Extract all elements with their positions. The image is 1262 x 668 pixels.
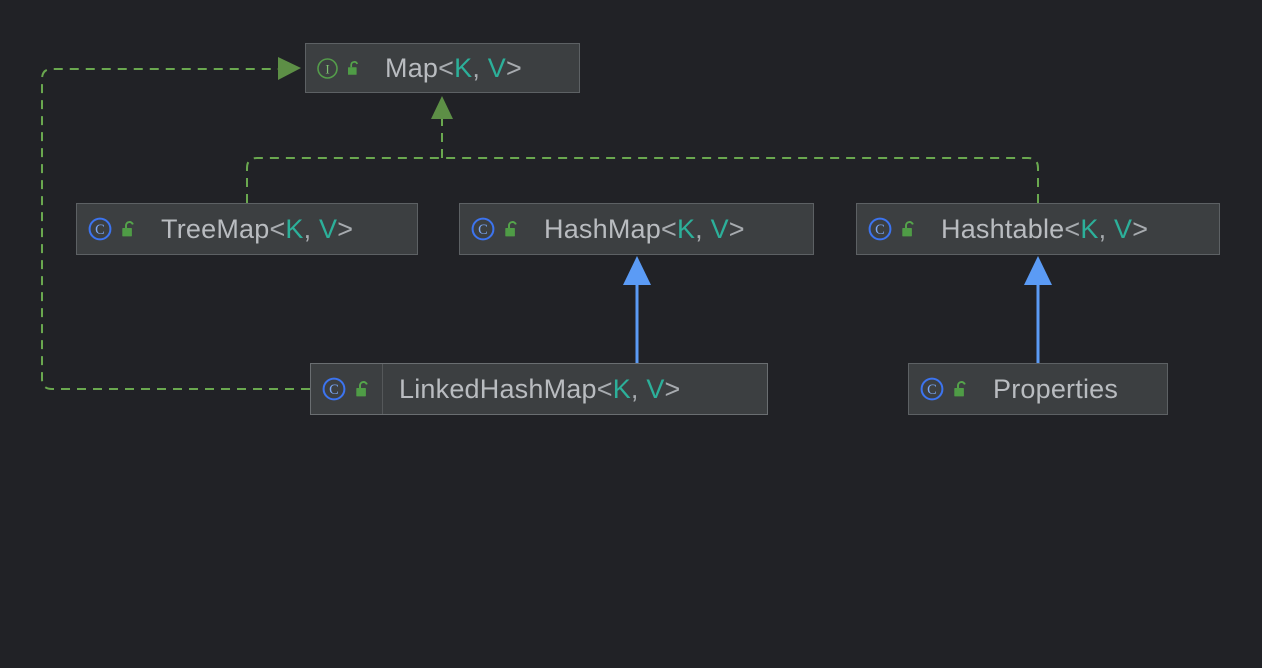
node-properties-label: Properties	[977, 374, 1134, 405]
edge-linkedhashmap-extends-hashmap[interactable]	[623, 256, 651, 363]
edge-properties-extends-hashtable[interactable]	[1024, 256, 1052, 363]
class-icon: C	[919, 376, 945, 402]
node-hashtable[interactable]: C Hashtable<K, V>	[856, 203, 1220, 255]
node-hashmap-icon-zone: C	[460, 204, 528, 254]
node-hashtable-type-param-1: K	[1080, 213, 1099, 244]
node-map[interactable]: I Map<K, V>	[305, 43, 580, 93]
node-treemap-name: TreeMap	[161, 213, 270, 244]
unlocked-padlock-icon	[346, 60, 361, 77]
node-hashtable-generic-comma: ,	[1098, 213, 1114, 244]
node-map-name: Map	[385, 52, 439, 83]
node-hashmap-generic-open: <	[660, 213, 677, 244]
node-treemap[interactable]: C TreeMap<K, V>	[76, 203, 418, 255]
class-icon: C	[87, 216, 113, 242]
class-icon: C	[470, 216, 496, 242]
node-hashtable-type-param-2: V	[1113, 213, 1133, 244]
node-treemap-generic-close: >	[337, 213, 354, 244]
unlocked-padlock-icon	[503, 220, 520, 239]
node-treemap-label: TreeMap<K, V>	[145, 214, 369, 245]
node-map-generic-close: >	[505, 52, 522, 83]
node-linkedhashmap[interactable]: C LinkedHashMap<K, V>	[310, 363, 768, 415]
node-linkedhashmap-generic-open: <	[596, 373, 613, 404]
node-hashmap-name: HashMap	[544, 213, 661, 244]
unlocked-padlock-icon	[952, 380, 969, 399]
node-hashtable-generic-open: <	[1064, 213, 1081, 244]
node-linkedhashmap-icon-zone: C	[311, 364, 383, 414]
node-linkedhashmap-generic-close: >	[664, 373, 681, 404]
node-properties[interactable]: C Properties	[908, 363, 1168, 415]
node-hashmap-type-param-2: V	[710, 213, 729, 244]
node-map-generic-open: <	[438, 52, 455, 83]
class-icon: C	[867, 216, 893, 242]
node-treemap-type-param-2: V	[319, 213, 338, 244]
node-treemap-generic-open: <	[269, 213, 286, 244]
node-linkedhashmap-generic-comma: ,	[630, 373, 647, 404]
node-treemap-generic-comma: ,	[303, 213, 320, 244]
node-linkedhashmap-label: LinkedHashMap<K, V>	[383, 374, 697, 405]
unlocked-padlock-icon	[354, 380, 371, 399]
node-hashtable-name: Hashtable	[941, 213, 1065, 244]
node-hashmap-generic-close: >	[728, 213, 745, 244]
class-diagram-canvas: I Map<K, V> C TreeMap<K, V> C HashMap<K,…	[0, 0, 1262, 668]
node-map-type-param-2: V	[487, 52, 506, 83]
node-hashtable-icon-zone: C	[857, 204, 925, 254]
node-map-generic-comma: ,	[472, 52, 488, 83]
node-map-type-param-1: K	[454, 52, 473, 83]
node-linkedhashmap-type-param-1: K	[612, 373, 631, 404]
node-hashmap-label: HashMap<K, V>	[528, 214, 761, 245]
edge-treemap-implements-map[interactable]	[246, 157, 442, 203]
svg-text:C: C	[95, 222, 105, 238]
node-treemap-icon-zone: C	[77, 204, 145, 254]
node-map-label: Map<K, V>	[369, 53, 538, 84]
interface-icon: I	[316, 57, 339, 80]
svg-text:C: C	[329, 382, 339, 398]
node-linkedhashmap-name: LinkedHashMap	[399, 373, 597, 404]
node-treemap-type-param-1: K	[285, 213, 304, 244]
svg-text:C: C	[927, 382, 937, 398]
node-linkedhashmap-type-param-2: V	[646, 373, 665, 404]
edge-hashmap-implements-map[interactable]	[431, 96, 453, 158]
unlocked-padlock-icon	[120, 220, 137, 239]
class-icon: C	[321, 376, 347, 402]
node-hashtable-label: Hashtable<K, V>	[925, 214, 1164, 245]
unlocked-padlock-icon	[900, 220, 917, 239]
svg-text:I: I	[325, 61, 329, 76]
node-hashtable-generic-close: >	[1132, 213, 1149, 244]
node-hashmap-generic-comma: ,	[695, 213, 711, 244]
edge-hashtable-implements-map[interactable]	[442, 157, 1039, 203]
node-map-icon-zone: I	[306, 44, 369, 92]
node-properties-icon-zone: C	[909, 364, 977, 414]
node-properties-name: Properties	[993, 373, 1119, 404]
diagram-edges-layer	[41, 57, 1052, 390]
svg-text:C: C	[478, 222, 488, 238]
node-hashmap[interactable]: C HashMap<K, V>	[459, 203, 814, 255]
node-hashmap-type-param-1: K	[676, 213, 696, 244]
svg-text:C: C	[875, 222, 885, 238]
